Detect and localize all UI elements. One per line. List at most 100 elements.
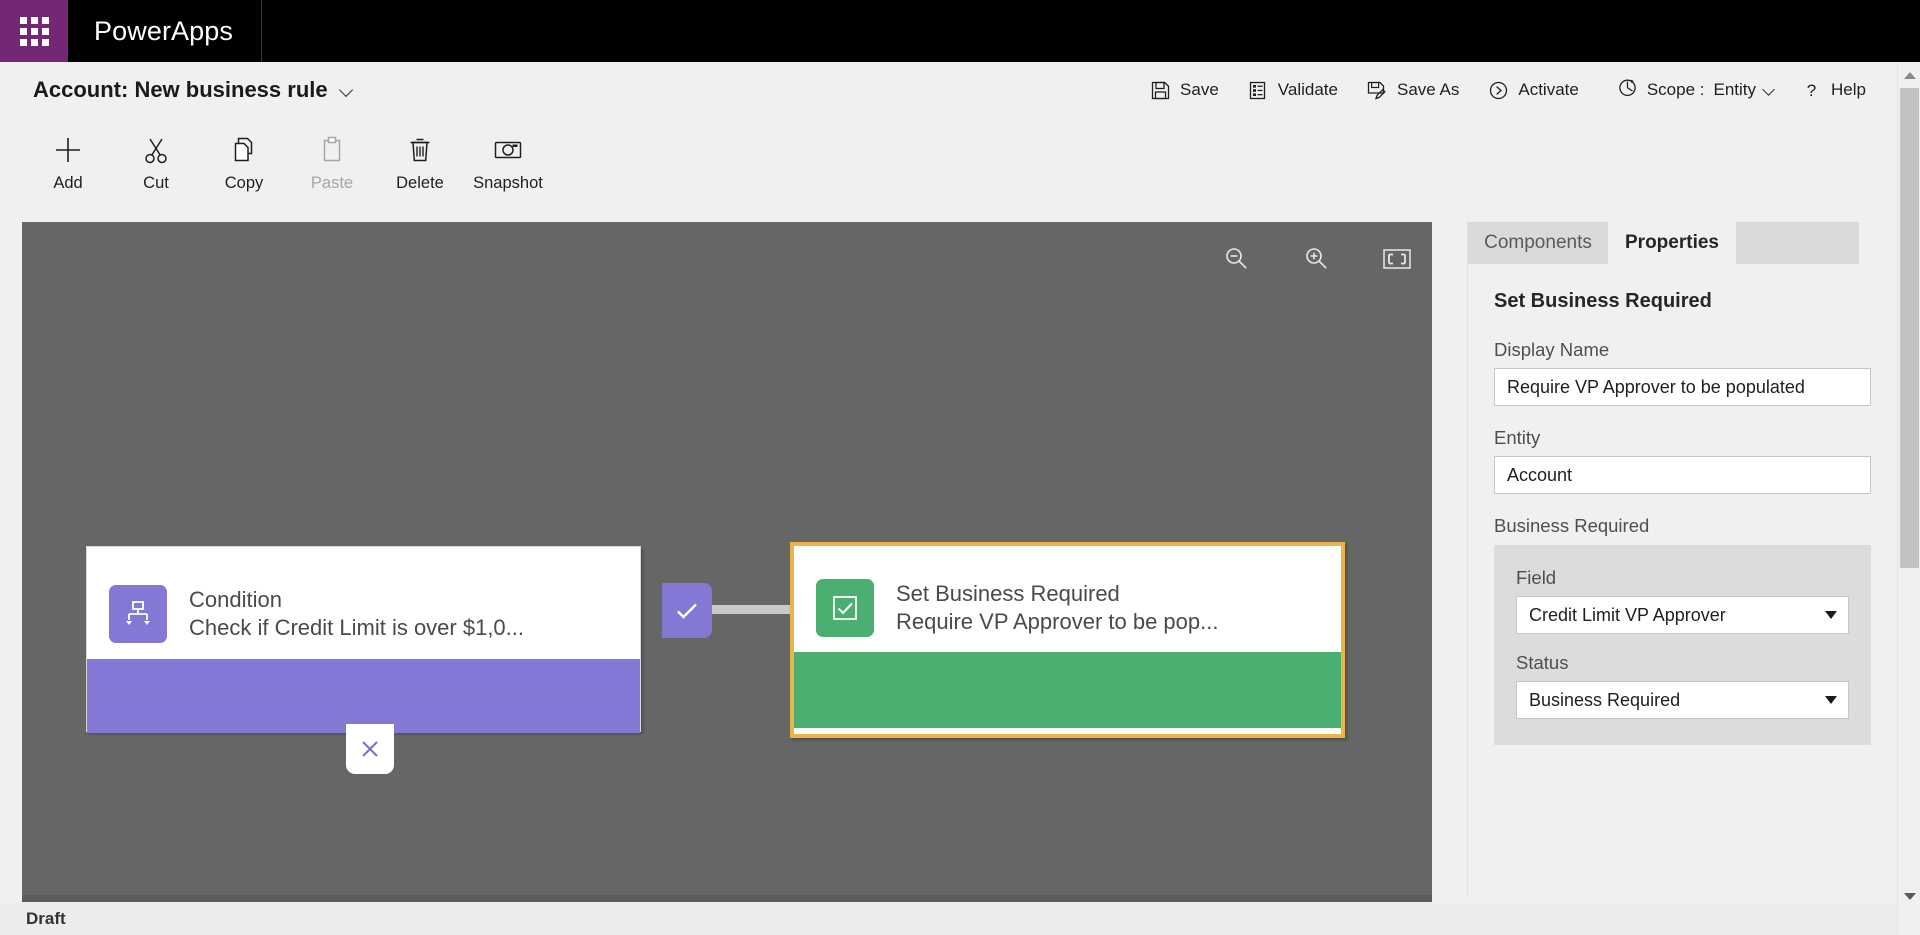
properties-panel: Components Properties Set Business Requi… xyxy=(1467,222,1897,895)
panel-heading: Set Business Required xyxy=(1494,290,1712,312)
save-as-button[interactable]: Save As xyxy=(1352,70,1473,110)
panel-tabs: Components Properties xyxy=(1468,222,1897,264)
condition-node-header: Condition Check if Credit Limit is over … xyxy=(87,547,640,659)
false-branch-connector[interactable] xyxy=(346,724,394,774)
scope-value: Entity xyxy=(1713,80,1757,99)
status-label: Status xyxy=(1516,652,1569,673)
rule-title-text: Account: New business rule xyxy=(33,77,328,102)
checkmark-icon xyxy=(677,603,697,619)
condition-node-title: Condition xyxy=(189,586,282,612)
scope-label: Scope : xyxy=(1646,80,1705,99)
scope-selector[interactable]: Scope : Entity xyxy=(1603,70,1786,110)
scope-icon xyxy=(1617,77,1638,103)
page-scrollbar[interactable] xyxy=(1897,62,1920,935)
canvas-bottom-rule xyxy=(22,895,1432,902)
svg-text:?: ? xyxy=(1806,81,1815,100)
condition-node-text: Condition Check if Credit Limit is over … xyxy=(189,586,524,642)
app-launcher-button[interactable] xyxy=(0,0,68,62)
add-label: Add xyxy=(53,174,83,192)
tab-components[interactable]: Components xyxy=(1468,222,1608,264)
question-icon: ? xyxy=(1800,79,1822,101)
powerapps-business-rule-designer: PowerApps Account: New business rule Sav… xyxy=(0,0,1920,935)
copy-icon xyxy=(228,131,260,169)
true-branch-connector[interactable] xyxy=(662,583,712,638)
delete-button[interactable]: Delete xyxy=(376,118,464,204)
cut-label: Cut xyxy=(143,174,169,192)
caret-up-icon xyxy=(1903,71,1916,79)
chevron-down-icon xyxy=(1763,84,1776,97)
tab-blank[interactable] xyxy=(1736,222,1859,264)
cut-button[interactable]: Cut xyxy=(112,118,200,204)
rule-title[interactable]: Account: New business rule xyxy=(0,77,354,103)
status-bar: Draft xyxy=(0,903,1920,935)
command-bar: Account: New business rule Save Validate… xyxy=(0,62,1920,118)
canvas-zoom-controls xyxy=(1220,242,1414,276)
entity-input[interactable] xyxy=(1494,456,1871,494)
rule-canvas[interactable]: Condition Check if Credit Limit is over … xyxy=(22,222,1432,895)
condition-node-strip xyxy=(87,659,640,733)
add-button[interactable]: Add xyxy=(24,118,112,204)
scope-value-group[interactable]: Entity xyxy=(1714,80,1777,100)
condition-node[interactable]: Condition Check if Credit Limit is over … xyxy=(86,546,641,733)
zoom-out-button[interactable] xyxy=(1220,242,1254,276)
fit-to-screen-button[interactable] xyxy=(1380,242,1414,276)
display-name-input[interactable] xyxy=(1494,368,1871,406)
save-label: Save xyxy=(1180,80,1219,99)
validate-button[interactable]: Validate xyxy=(1233,70,1352,110)
tab-properties[interactable]: Properties xyxy=(1608,222,1736,264)
node-connector-line xyxy=(712,605,792,614)
display-name-label: Display Name xyxy=(1494,339,1610,360)
scroll-up-button[interactable] xyxy=(1898,64,1920,86)
checkbox-icon xyxy=(816,579,874,637)
trash-icon xyxy=(404,131,436,169)
entity-label: Entity xyxy=(1494,427,1541,448)
action-node-strip xyxy=(794,652,1341,728)
scrollbar-thumb[interactable] xyxy=(1900,88,1919,568)
brand-name[interactable]: PowerApps xyxy=(68,0,262,62)
help-button[interactable]: ? Help xyxy=(1786,70,1880,110)
validate-icon xyxy=(1247,79,1269,101)
paste-label: Paste xyxy=(310,174,354,192)
chevron-down-icon xyxy=(339,83,354,98)
scroll-down-button[interactable] xyxy=(1898,885,1920,907)
copy-button[interactable]: Copy xyxy=(200,118,288,204)
status-select-wrap: Business Required xyxy=(1516,681,1849,719)
snapshot-label: Snapshot xyxy=(473,174,543,192)
save-icon xyxy=(1149,79,1171,101)
zoom-in-button[interactable] xyxy=(1300,242,1334,276)
waffle-icon xyxy=(19,16,49,46)
paste-button[interactable]: Paste xyxy=(288,118,376,204)
scissors-icon xyxy=(140,131,172,169)
condition-node-subtitle: Check if Credit Limit is over $1,0... xyxy=(189,615,525,640)
action-node-header: Set Business Required Require VP Approve… xyxy=(794,546,1341,652)
delete-label: Delete xyxy=(396,174,444,192)
status-select[interactable]: Business Required xyxy=(1516,681,1849,719)
save-button[interactable]: Save xyxy=(1135,70,1233,110)
camera-icon xyxy=(491,131,525,169)
snapshot-button[interactable]: Snapshot xyxy=(464,118,552,204)
activate-label: Activate xyxy=(1518,80,1579,99)
command-actions: Save Validate Save As Activate Scope: E… xyxy=(1135,70,1920,110)
action-node-text: Set Business Required Require VP Approve… xyxy=(896,580,1218,636)
plus-icon xyxy=(51,131,85,169)
business-required-group: Field Credit Limit VP Approver Status Bu… xyxy=(1494,545,1871,745)
suite-bar: PowerApps xyxy=(0,0,1920,62)
save-as-icon xyxy=(1366,79,1388,101)
business-required-label: Business Required xyxy=(1494,515,1650,536)
field-label: Field xyxy=(1516,567,1557,588)
clipboard-icon xyxy=(316,131,348,169)
validate-label: Validate xyxy=(1277,80,1338,99)
action-node[interactable]: Set Business Required Require VP Approve… xyxy=(790,542,1345,738)
action-node-subtitle: Require VP Approver to be pop... xyxy=(896,609,1219,634)
action-node-title: Set Business Required xyxy=(896,580,1120,606)
activate-icon xyxy=(1487,79,1509,101)
save-as-label: Save As xyxy=(1396,80,1460,99)
panel-body: Set Business Required Display Name Entit… xyxy=(1468,264,1897,745)
branch-icon xyxy=(109,585,167,643)
field-select[interactable]: Credit Limit VP Approver xyxy=(1516,596,1849,634)
activate-button[interactable]: Activate xyxy=(1473,70,1592,110)
help-label: Help xyxy=(1831,80,1866,99)
